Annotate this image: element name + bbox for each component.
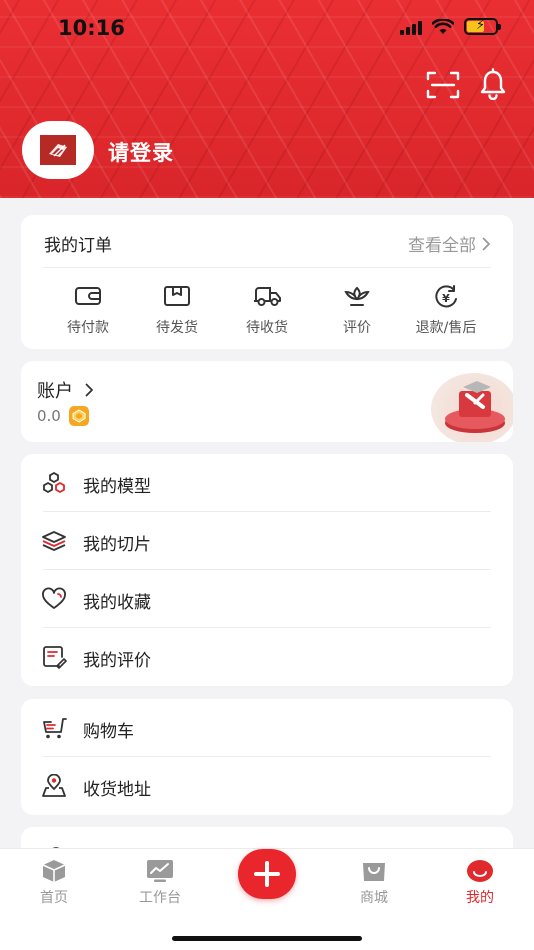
balance-row: 0.0 — [37, 406, 89, 426]
menu-item-my-slices[interactable]: 我的切片 — [21, 512, 513, 570]
brand-logo-icon — [40, 135, 76, 165]
order-status-label: 待付款 — [67, 320, 109, 336]
heart-icon — [42, 587, 66, 609]
truck-icon — [254, 287, 281, 306]
login-link[interactable]: 请登录 — [108, 137, 174, 167]
order-status-label: 待发货 — [156, 320, 198, 336]
bell-icon — [480, 68, 506, 101]
refund-icon: ¥ — [435, 285, 457, 308]
cube-icon — [42, 860, 66, 882]
order-status-label: 退款/售后 — [415, 320, 477, 336]
wifi-icon — [432, 18, 454, 34]
cart-icon — [43, 718, 67, 739]
menu-item-label: 我的收藏 — [83, 593, 151, 613]
order-pending-shipment[interactable]: 待发货 — [137, 285, 217, 337]
promo-3d-print-illustration[interactable] — [431, 373, 513, 442]
orders-card: 我的订单 查看全部 待付款 待发货 待收货 评价 ¥ 退款/售后 — [21, 215, 513, 349]
tab-home[interactable]: 首页 — [14, 859, 94, 907]
menu-item-label: 我的评价 — [83, 651, 151, 671]
scan-button[interactable] — [426, 70, 460, 100]
menu-item-label: 我的切片 — [83, 535, 151, 555]
bottom-tab-bar: 首页 工作台 商城 我的 — [0, 848, 534, 950]
signal-icon — [400, 19, 422, 35]
tab-mall[interactable]: 商城 — [334, 859, 414, 907]
menu-item-shipping-address[interactable]: 收货地址 — [21, 757, 513, 815]
view-all-label: 查看全部 — [408, 236, 476, 256]
tab-label: 工作台 — [139, 890, 181, 906]
profile-header: 10:16 ⚡ 请登录 — [0, 0, 534, 198]
order-review[interactable]: 评价 — [317, 285, 397, 337]
menu-item-label: 收货地址 — [83, 780, 151, 800]
tab-label: 商城 — [360, 890, 388, 906]
divider — [43, 267, 491, 268]
shopping-bag-icon — [363, 863, 385, 881]
tab-profile[interactable]: 我的 — [440, 859, 520, 907]
create-button[interactable] — [238, 849, 296, 899]
wallet-icon — [75, 287, 101, 305]
order-status-label: 待收货 — [246, 320, 288, 336]
menu-item-my-models[interactable]: 我的模型 — [21, 454, 513, 512]
menu-item-my-reviews[interactable]: 我的评价 — [21, 628, 513, 686]
view-all-orders-link[interactable]: 查看全部 — [408, 231, 491, 256]
account-card[interactable]: 账户 0.0 — [21, 361, 513, 442]
order-refund-aftersales[interactable]: ¥ 退款/售后 — [406, 285, 486, 337]
account-title-row: 账户 — [37, 377, 94, 403]
plus-icon — [254, 861, 280, 887]
status-time: 10:16 — [58, 16, 125, 40]
svg-text:¥: ¥ — [442, 292, 450, 305]
coin-icon — [68, 406, 89, 426]
lotus-icon — [344, 286, 370, 306]
chevron-right-icon — [482, 237, 490, 250]
status-icons: ⚡ — [400, 18, 501, 35]
order-pending-receipt[interactable]: 待收货 — [227, 285, 307, 337]
menu-item-label: 我的模型 — [83, 477, 151, 497]
avatar[interactable] — [22, 121, 94, 179]
orders-title: 我的订单 — [44, 236, 112, 256]
order-status-label: 评价 — [343, 320, 371, 336]
chart-icon — [147, 860, 173, 882]
shopping-menu: 购物车 收货地址 — [21, 699, 513, 815]
notification-button[interactable] — [478, 68, 508, 101]
battery-icon: ⚡ — [464, 18, 501, 35]
balance-value: 0.0 — [37, 407, 61, 425]
box-icon — [164, 286, 190, 306]
tab-label: 我的 — [466, 890, 494, 906]
scan-icon — [426, 71, 460, 99]
review-icon — [43, 646, 67, 669]
order-status-list: 待付款 待发货 待收货 评价 ¥ 退款/售后 — [21, 285, 513, 339]
location-icon — [42, 774, 66, 797]
layers-icon — [42, 531, 66, 551]
my-content-menu: 我的模型 我的切片 我的收藏 我的评价 — [21, 454, 513, 686]
order-pending-payment[interactable]: 待付款 — [48, 285, 128, 337]
profile-icon — [467, 860, 493, 882]
home-indicator — [172, 936, 362, 941]
hexagons-icon — [43, 471, 65, 494]
menu-item-label: 购物车 — [83, 722, 134, 742]
tab-label: 首页 — [40, 890, 68, 906]
menu-item-cart[interactable]: 购物车 — [21, 699, 513, 757]
tab-workbench[interactable]: 工作台 — [120, 859, 200, 907]
menu-item-my-favorites[interactable]: 我的收藏 — [21, 570, 513, 628]
account-title: 账户 — [37, 381, 73, 402]
chevron-right-icon — [85, 383, 93, 397]
